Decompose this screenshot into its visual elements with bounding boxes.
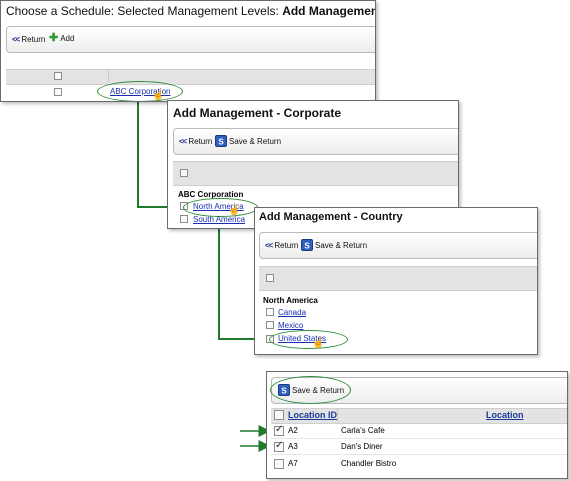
highlight-save-and-return: [270, 376, 351, 404]
svg-text:S: S: [218, 138, 224, 147]
table-row[interactable]: ✓ A2 Carla's Cafe: [271, 423, 567, 439]
mexico-link[interactable]: Mexico: [278, 321, 303, 330]
save-and-return-button[interactable]: S Save & Return: [215, 135, 281, 147]
location-id-cell: A7: [288, 459, 298, 468]
panel-location-selection: S Save & Return Location ID Location ✓ A…: [266, 371, 568, 479]
save-icon: S: [215, 135, 227, 147]
location-id-cell: A3: [288, 442, 298, 451]
checkmark-icon: ✓: [275, 424, 284, 435]
south-america-checkbox[interactable]: [180, 215, 188, 223]
add-button-label: Add: [60, 34, 75, 43]
svg-text:S: S: [304, 242, 310, 251]
table-row[interactable]: A7 Chandler Bistro: [271, 456, 567, 471]
hand-cursor-icon: ☝: [152, 90, 165, 101]
mexico-checkbox[interactable]: [266, 321, 274, 329]
panel1-title-bold: Add Management: [282, 4, 376, 18]
panel2-toolbar: << Return S Save & Return: [173, 128, 458, 155]
panel4-select-all-checkbox[interactable]: [274, 410, 284, 420]
panel3-group-label: North America: [263, 296, 318, 305]
return-button[interactable]: << Return: [12, 35, 45, 44]
return-button-label: Return: [21, 35, 46, 44]
table-row[interactable]: ✓ A3 Dan's Diner: [271, 439, 567, 455]
return-button-label: Return: [188, 137, 213, 146]
save-and-return-label: Save & Return: [229, 136, 282, 146]
panel1-title: Choose a Schedule: Selected Management L…: [6, 4, 376, 18]
double-chevron-left-icon: <<: [12, 35, 20, 44]
panel1-title-prefix: Choose a Schedule: Selected Management L…: [6, 4, 283, 18]
panel1-toolbar: << Return ✚ Add: [6, 26, 375, 53]
hand-cursor-icon: ☝: [312, 338, 325, 349]
checkmark-icon: ✓: [275, 440, 284, 451]
panel2-select-all-checkbox[interactable]: [180, 169, 188, 177]
panel-add-management-country: Add Management - Country << Return S Sav…: [254, 207, 538, 355]
location-column-header[interactable]: Location: [486, 410, 524, 420]
add-button[interactable]: ✚ Add: [49, 32, 75, 44]
save-and-return-label: Save & Return: [315, 240, 368, 250]
panel4-header-divider: [337, 408, 338, 422]
return-button-label: Return: [274, 241, 299, 250]
panel3-title: Add Management - Country: [259, 211, 403, 223]
return-button[interactable]: << Return: [265, 241, 298, 250]
row-checkbox-a2[interactable]: ✓: [274, 424, 284, 436]
canada-link[interactable]: Canada: [278, 308, 306, 317]
location-name-cell: Dan's Diner: [341, 442, 383, 451]
panel1-select-all-checkbox[interactable]: [54, 72, 62, 80]
save-icon: S: [301, 239, 313, 251]
south-america-link[interactable]: South America: [193, 215, 245, 224]
location-name-cell: Chandler Bistro: [341, 459, 397, 468]
panel2-table-header: [173, 161, 458, 186]
row-checkbox-a7[interactable]: [274, 459, 284, 469]
row-checkbox-a3[interactable]: ✓: [274, 440, 284, 452]
save-and-return-button[interactable]: S Save & Return: [301, 239, 367, 251]
double-chevron-left-icon: <<: [265, 241, 273, 250]
double-chevron-left-icon: <<: [179, 137, 187, 146]
return-button[interactable]: << Return: [179, 137, 212, 146]
panel1-header-divider: [108, 69, 109, 83]
panel3-toolbar: << Return S Save & Return: [259, 232, 537, 259]
panel3-table-header: [259, 266, 537, 291]
panel2-title: Add Management - Corporate: [173, 106, 342, 120]
panel1-row-checkbox[interactable]: [54, 88, 62, 96]
plus-icon: ✚: [49, 32, 59, 44]
panel-select-management-levels: Choose a Schedule: Selected Management L…: [0, 0, 376, 102]
location-id-column-header[interactable]: Location ID: [288, 410, 337, 420]
canada-checkbox[interactable]: [266, 308, 274, 316]
panel3-select-all-checkbox[interactable]: [266, 274, 274, 282]
location-name-cell: Carla's Cafe: [341, 426, 385, 435]
location-id-cell: A2: [288, 426, 298, 435]
